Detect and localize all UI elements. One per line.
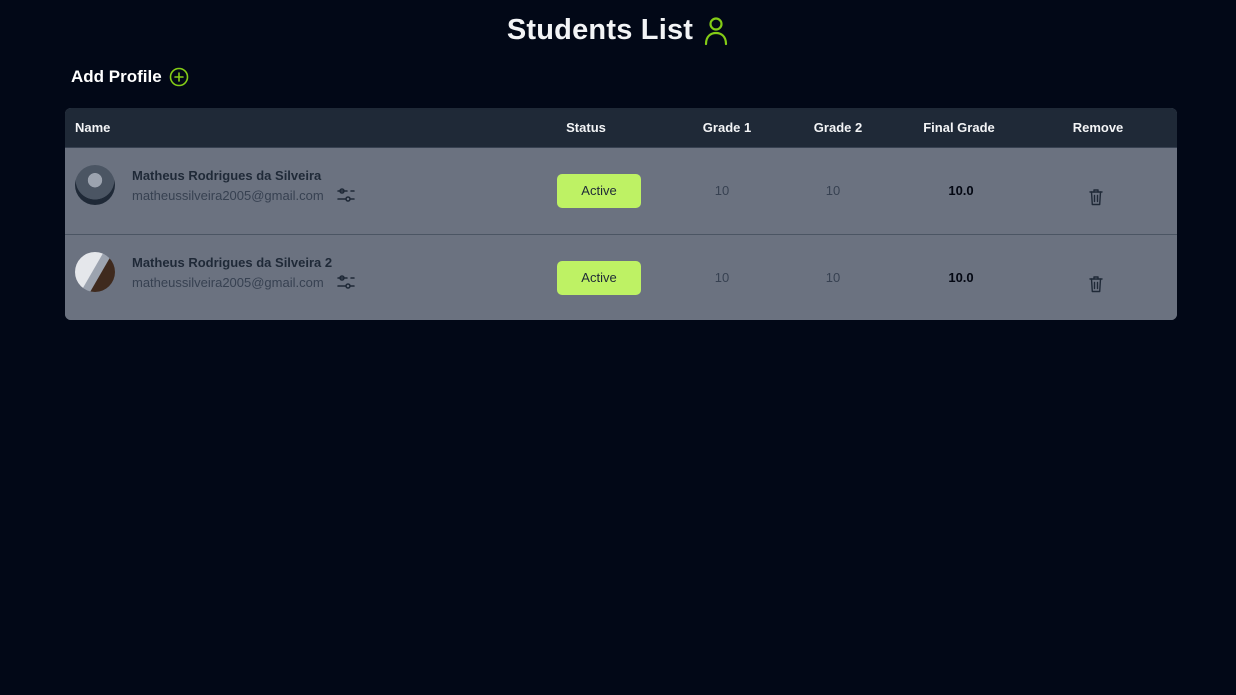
column-header-final-grade: Final Grade bbox=[923, 120, 995, 135]
student-name: Matheus Rodrigues da Silveira bbox=[132, 168, 322, 183]
status-badge[interactable]: Active bbox=[557, 261, 641, 295]
grade-2-value: 10 bbox=[825, 183, 841, 198]
grade-1-value: 10 bbox=[714, 183, 730, 198]
plus-circle-icon bbox=[169, 67, 189, 87]
table-row: Matheus Rodrigues da Silveira 2 matheuss… bbox=[65, 234, 1177, 320]
avatar bbox=[75, 252, 115, 292]
column-header-grade-2: Grade 2 bbox=[813, 120, 863, 135]
column-header-remove: Remove bbox=[1072, 120, 1124, 135]
add-profile-button[interactable]: Add Profile bbox=[71, 67, 189, 87]
table-row: Matheus Rodrigues da Silveira matheussil… bbox=[65, 148, 1177, 234]
grade-1-value: 10 bbox=[714, 270, 730, 285]
add-profile-label: Add Profile bbox=[71, 67, 162, 86]
page-title: Students List bbox=[506, 14, 694, 46]
table-header: Name Status Grade 1 Grade 2 Final Grade … bbox=[65, 108, 1177, 148]
final-grade-value: 10.0 bbox=[948, 270, 974, 285]
column-header-grade-1: Grade 1 bbox=[702, 120, 752, 135]
avatar bbox=[75, 165, 115, 205]
column-header-status: Status bbox=[566, 120, 606, 135]
student-email: matheussilveira2005@gmail.com bbox=[132, 188, 324, 203]
trash-icon[interactable] bbox=[1088, 275, 1104, 293]
user-icon bbox=[703, 16, 729, 46]
students-table: Name Status Grade 1 Grade 2 Final Grade … bbox=[65, 108, 1177, 320]
page-header: Students List bbox=[0, 14, 1236, 47]
status-badge[interactable]: Active bbox=[557, 174, 641, 208]
adjustments-icon[interactable] bbox=[337, 273, 355, 291]
student-email: matheussilveira2005@gmail.com bbox=[132, 275, 324, 290]
trash-icon[interactable] bbox=[1088, 188, 1104, 206]
column-header-name: Name bbox=[75, 120, 111, 135]
adjustments-icon[interactable] bbox=[337, 186, 355, 204]
grade-2-value: 10 bbox=[825, 270, 841, 285]
final-grade-value: 10.0 bbox=[948, 183, 974, 198]
student-name: Matheus Rodrigues da Silveira 2 bbox=[132, 255, 333, 270]
